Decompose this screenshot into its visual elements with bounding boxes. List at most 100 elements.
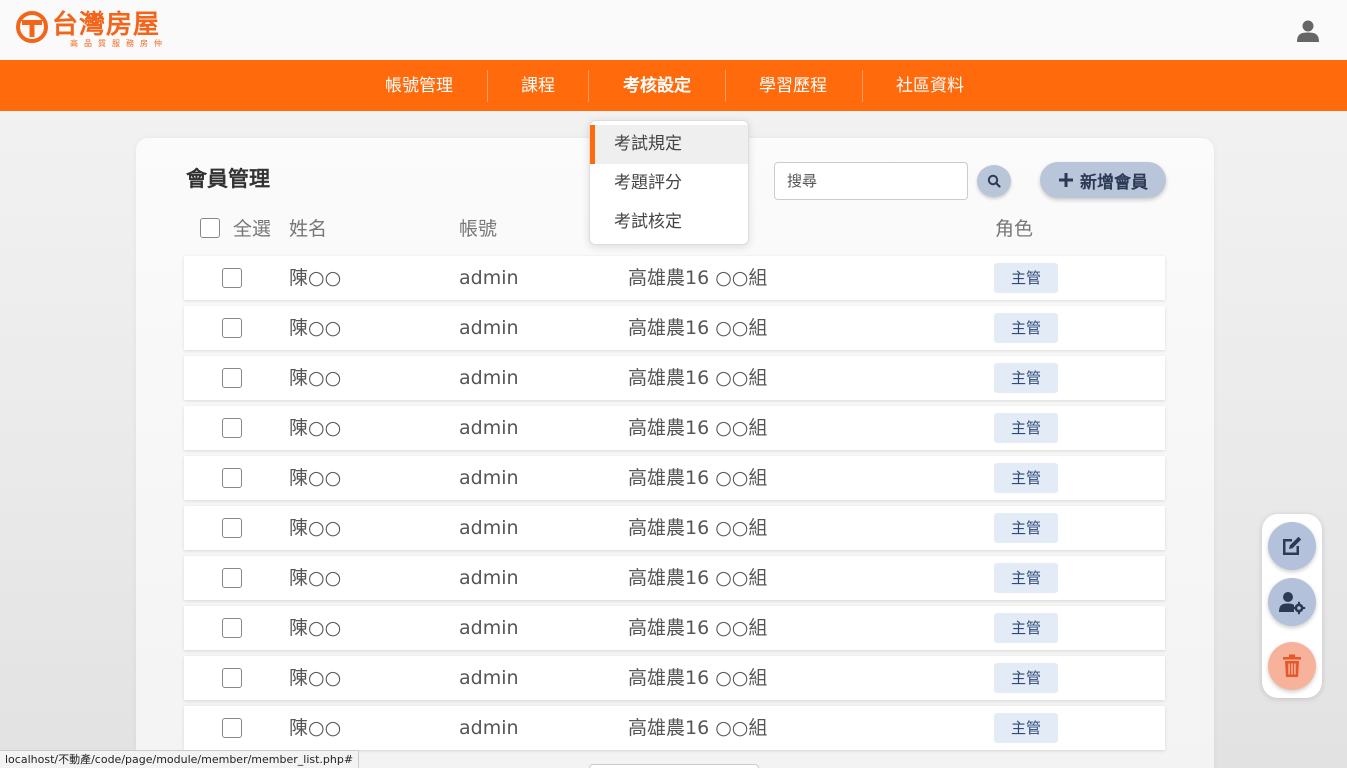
main-nav: 帳號管理 課程 考核設定 學習歷程 社區資料 [0,60,1347,111]
row-checkbox[interactable] [222,268,242,288]
nav-community-data[interactable]: 社區資料 [879,70,981,102]
nav-learning-history[interactable]: 學習歷程 [742,70,844,102]
member-unit: 高雄農16 ○○組 [628,417,768,439]
member-account: admin [459,317,519,339]
role-badge: 主管 [994,713,1058,743]
row-checkbox[interactable] [222,368,242,388]
member-unit: 高雄農16 ○○組 [628,367,768,389]
table-row[interactable]: 陳○○ admin 高雄農16 ○○組 主管 [184,356,1165,400]
dropdown-item-exam-approval[interactable]: 考試核定 [590,203,748,242]
table-row[interactable]: 陳○○ admin 高雄農16 ○○組 主管 [184,556,1165,600]
user-settings-icon [1279,592,1306,615]
member-name: 陳○○ [289,717,342,739]
role-badge: 主管 [994,463,1058,493]
trash-icon [1283,654,1301,677]
member-name: 陳○○ [289,267,342,289]
page-title: 會員管理 [186,167,270,191]
plus-icon [1059,173,1073,187]
role-badge: 主管 [994,613,1058,643]
delete-button[interactable] [1268,642,1316,690]
role-badge: 主管 [994,663,1058,693]
row-checkbox[interactable] [222,418,242,438]
browser-status-url: localhost/不動產/code/page/module/member/me… [0,750,360,768]
row-checkbox[interactable] [222,718,242,738]
table-row[interactable]: 陳○○ admin 高雄農16 ○○組 主管 [184,606,1165,650]
search-icon [987,174,1001,188]
member-name: 陳○○ [289,617,342,639]
member-account: admin [459,417,519,439]
role-badge: 主管 [994,513,1058,543]
member-unit: 高雄農16 ○○組 [628,617,768,639]
logo-slogan: 高品質服務房仲 [70,39,168,48]
search-input[interactable] [774,162,968,200]
member-account: admin [459,567,519,589]
member-name: 陳○○ [289,467,342,489]
member-name: 陳○○ [289,317,342,339]
top-header: 台灣房屋 高品質服務房仲 [0,0,1347,60]
user-account-icon[interactable] [1296,20,1320,42]
member-unit: 高雄農16 ○○組 [628,667,768,689]
member-unit: 高雄農16 ○○組 [628,567,768,589]
table-row[interactable]: 陳○○ admin 高雄農16 ○○組 主管 [184,256,1165,300]
role-badge: 主管 [994,563,1058,593]
assessment-settings-dropdown: 考試規定 考題評分 考試核定 [589,120,749,245]
select-all-checkbox[interactable] [200,218,220,238]
member-unit: 高雄農16 ○○組 [628,317,768,339]
member-account: admin [459,667,519,689]
row-checkbox[interactable] [222,568,242,588]
member-account: admin [459,267,519,289]
logo-title: 台灣房屋 [52,10,161,40]
table-row[interactable]: 陳○○ admin 高雄農16 ○○組 主管 [184,506,1165,550]
table-row[interactable]: 陳○○ admin 高雄農16 ○○組 主管 [184,306,1165,350]
member-name: 陳○○ [289,667,342,689]
nav-courses[interactable]: 課程 [497,70,579,102]
row-checkbox[interactable] [222,318,242,338]
dropdown-item-exam-rules[interactable]: 考試規定 [590,125,748,164]
select-all-label: 全選 [233,218,272,240]
member-unit: 高雄農16 ○○組 [628,517,768,539]
nav-assessment-settings[interactable]: 考核設定 [605,70,709,102]
nav-account-management[interactable]: 帳號管理 [369,70,469,102]
nav-divider [588,70,589,102]
logo-mark-icon [16,11,48,43]
member-name: 陳○○ [289,567,342,589]
member-account: admin [459,617,519,639]
dropdown-item-question-scoring[interactable]: 考題評分 [590,164,748,203]
row-checkbox[interactable] [222,468,242,488]
table-row[interactable]: 陳○○ admin 高雄農16 ○○組 主管 [184,456,1165,500]
member-unit: 高雄農16 ○○組 [628,267,768,289]
member-account: admin [459,517,519,539]
member-name: 陳○○ [289,367,342,389]
role-badge: 主管 [994,313,1058,343]
nav-divider [862,70,863,102]
member-name: 陳○○ [289,517,342,539]
member-account: admin [459,367,519,389]
pagination[interactable] [589,764,759,768]
table-row[interactable]: 陳○○ admin 高雄農16 ○○組 主管 [184,656,1165,700]
member-unit: 高雄農16 ○○組 [628,717,768,739]
row-checkbox[interactable] [222,668,242,688]
column-header-name: 姓名 [289,218,328,240]
column-header-account: 帳號 [459,218,498,240]
table-row[interactable]: 陳○○ admin 高雄農16 ○○組 主管 [184,706,1165,750]
column-header-role: 角色 [995,218,1034,240]
row-checkbox[interactable] [222,618,242,638]
user-settings-button[interactable] [1268,578,1316,626]
add-member-label: 新增會員 [1080,172,1148,193]
floating-action-panel [1262,514,1322,698]
member-name: 陳○○ [289,417,342,439]
role-badge: 主管 [994,363,1058,393]
row-checkbox[interactable] [222,518,242,538]
edit-icon [1283,536,1302,555]
nav-divider [487,70,488,102]
role-badge: 主管 [994,413,1058,443]
search-button[interactable] [977,165,1011,197]
logo[interactable]: 台灣房屋 高品質服務房仲 [16,11,168,49]
member-account: admin [459,467,519,489]
edit-button[interactable] [1268,522,1316,570]
table-row[interactable]: 陳○○ admin 高雄農16 ○○組 主管 [184,406,1165,450]
member-unit: 高雄農16 ○○組 [628,467,768,489]
add-member-button[interactable]: 新增會員 [1040,162,1166,198]
member-account: admin [459,717,519,739]
role-badge: 主管 [994,263,1058,293]
